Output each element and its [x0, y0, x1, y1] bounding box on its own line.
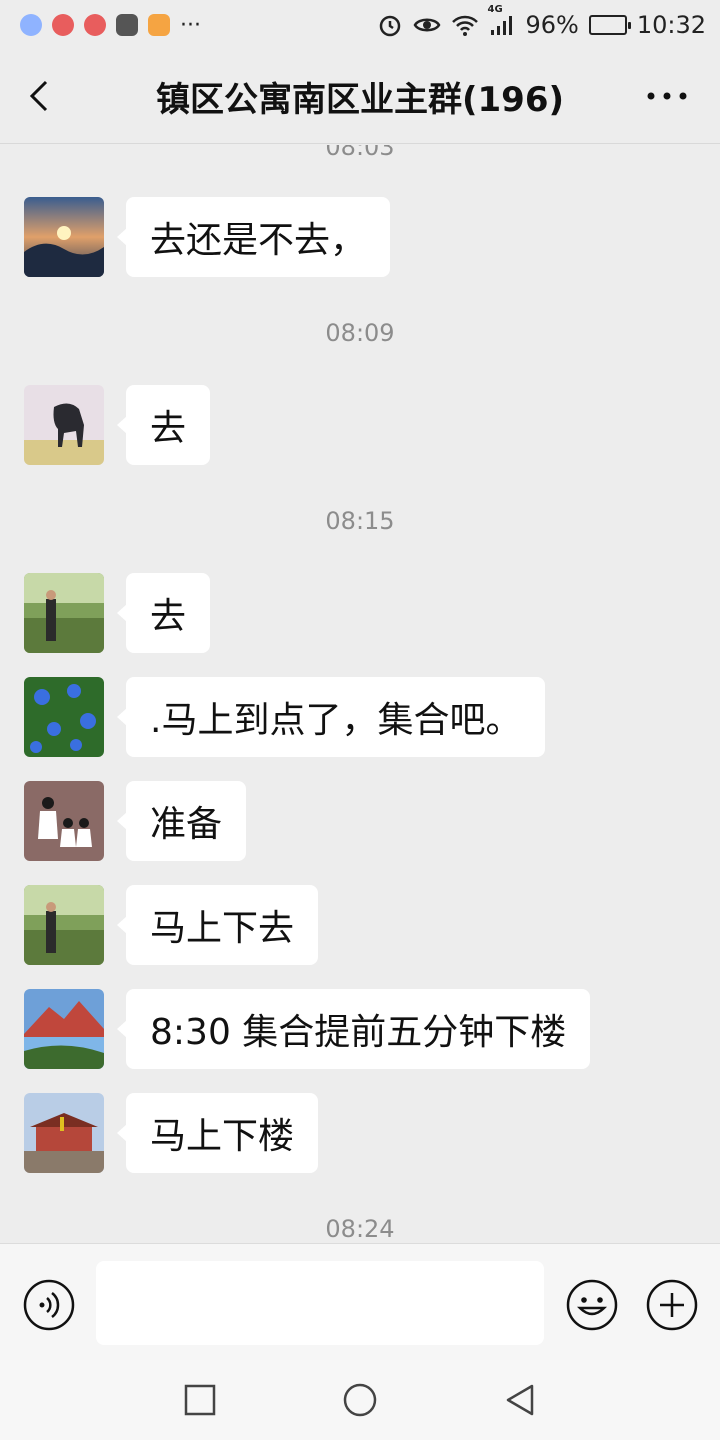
timestamp: 08:15 [325, 507, 395, 535]
recent-apps-button[interactable] [180, 1380, 220, 1420]
blue-flowers-avatar[interactable] [24, 677, 104, 757]
eye-icon [413, 14, 441, 36]
voice-icon [23, 1279, 75, 1331]
sunset-avatar[interactable] [24, 197, 104, 277]
message-row: 8:30 集合提前五分钟下楼 [24, 989, 591, 1069]
man-in-park-avatar[interactable] [24, 885, 104, 965]
message-bubble[interactable]: 马上下楼 [116, 1093, 319, 1173]
group-title: 镇区公寓南区业主群(196) [155, 80, 565, 120]
more-notifications-icon: ··· [180, 12, 201, 38]
message-bubble[interactable]: 8:30 集合提前五分钟下楼 [116, 989, 591, 1069]
message-bubble[interactable]: 去 [116, 573, 211, 653]
chevron-left-icon [29, 80, 48, 112]
battery-icon [588, 15, 631, 35]
man-in-park-avatar[interactable] [24, 573, 104, 653]
alarm-icon [377, 12, 403, 38]
chat-header: 镇区公寓南区业主群(196) [0, 50, 720, 144]
message-bubble[interactable]: 去还是不去， [116, 197, 391, 277]
message-bubble[interactable]: 马上下去 [116, 885, 319, 965]
timestamp: 08:03 [325, 145, 395, 161]
message-row: 去 [24, 385, 211, 465]
system-nav-bar [0, 1360, 720, 1440]
smiley-icon [566, 1279, 618, 1331]
message-row: .马上到点了，集合吧。 [24, 677, 546, 757]
plus-icon [646, 1279, 698, 1331]
temple-avatar[interactable] [24, 1093, 104, 1173]
message-row: 准备 [24, 781, 247, 861]
wifi-icon [451, 14, 479, 36]
status-bar: ··· 4G 96% 10:32 [0, 0, 720, 50]
home-button[interactable] [340, 1380, 380, 1420]
more-functions-button[interactable] [645, 1278, 699, 1332]
app-hexagon-icon [116, 14, 138, 36]
message-row: 马上下楼 [24, 1093, 319, 1173]
message-input[interactable] [96, 1261, 544, 1345]
weibo-app-icon [52, 14, 74, 36]
ellipsis-icon [647, 92, 687, 100]
girls-silhouette-avatar[interactable] [24, 781, 104, 861]
emoji-button[interactable] [565, 1278, 619, 1332]
triangle-back-icon [506, 1384, 534, 1416]
message-bubble[interactable]: .马上到点了，集合吧。 [116, 677, 546, 757]
back-nav-button[interactable] [500, 1380, 540, 1420]
video-app-icon [148, 14, 170, 36]
network-type-label: 4G [487, 4, 503, 15]
battery-percent: 96% [525, 11, 579, 39]
more-options-button[interactable] [642, 78, 692, 114]
message-bubble[interactable]: 准备 [116, 781, 247, 861]
message-row: 马上下去 [24, 885, 319, 965]
input-bar [0, 1243, 720, 1360]
timestamp: 08:09 [325, 319, 395, 347]
circle-icon [343, 1383, 377, 1417]
notification-icons: ··· [20, 13, 201, 38]
mountain-lake-avatar[interactable] [24, 989, 104, 1069]
horse-avatar[interactable] [24, 385, 104, 465]
clock: 10:32 [636, 11, 706, 39]
weibo-app-icon-2 [84, 14, 106, 36]
chat-messages[interactable]: 08:03 去还是不去， 08:09 去 08:15 去 .马上到点了，集合吧。… [0, 145, 720, 1242]
back-button[interactable] [22, 76, 62, 116]
square-icon [184, 1384, 216, 1416]
voice-input-button[interactable] [22, 1278, 76, 1332]
timestamp: 08:24 [325, 1215, 395, 1242]
message-bubble[interactable]: 去 [116, 385, 211, 465]
message-row: 去 [24, 573, 211, 653]
message-row: 去还是不去， [24, 197, 391, 277]
signal-icon: 4G [487, 4, 515, 36]
music-app-icon [20, 14, 42, 36]
